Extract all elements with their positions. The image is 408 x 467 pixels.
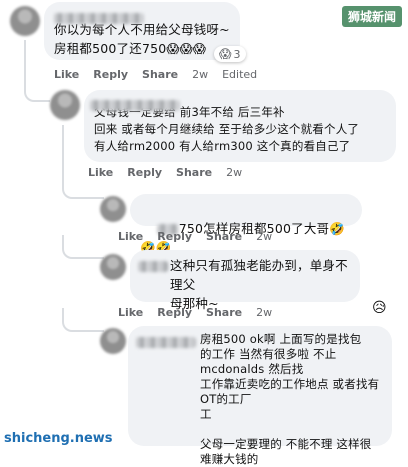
comment-actions: Like Reply Share 2w: [88, 166, 256, 179]
thread-elbow: [62, 308, 104, 332]
reaction-count: 3: [233, 47, 241, 61]
reply-button[interactable]: Reply: [157, 306, 192, 319]
avatar[interactable]: [100, 328, 126, 354]
like-button[interactable]: Like: [118, 230, 143, 243]
reply-button[interactable]: Reply: [93, 68, 128, 81]
thread-elbow: [62, 235, 104, 259]
sad-emoji-icon[interactable]: 😥: [372, 300, 387, 316]
thread-elbow: [24, 78, 50, 102]
watermark-text: shicheng.news: [4, 431, 113, 446]
avatar[interactable]: [100, 254, 126, 280]
timestamp[interactable]: 2w: [256, 306, 272, 319]
avatar[interactable]: [50, 90, 80, 120]
like-button[interactable]: Like: [54, 68, 79, 81]
comment-bubble: 这种只有孤独老能办到，单身不理父 母那种~: [130, 250, 360, 311]
commenter-name[interactable]: [138, 256, 168, 275]
comment-text: 房租500 ok啊 上面写的是找包 的工作 当然有很多啦 不止mcdonalds…: [200, 332, 380, 466]
share-button[interactable]: Share: [206, 306, 242, 319]
reaction-summary[interactable]: 😱 3: [214, 46, 246, 62]
timestamp[interactable]: 2w: [226, 166, 242, 179]
watermark-logo: 狮城新闻: [341, 6, 402, 27]
comment-actions: Like Reply Share 2w: [118, 230, 286, 243]
comment-bubble: 你以为每个人不用给父母钱呀~ 房租都500了还750😱😱😱: [44, 2, 240, 60]
commenter-name[interactable]: [136, 332, 196, 351]
share-button[interactable]: Share: [176, 166, 212, 179]
reply-button[interactable]: Reply: [157, 230, 192, 243]
avatar[interactable]: [100, 196, 126, 222]
comment-actions: Like Reply Share 2w: [118, 306, 286, 319]
comment-text: 这种只有孤独老能办到，单身不理父 母那种~: [170, 258, 348, 311]
reply-button[interactable]: Reply: [127, 166, 162, 179]
comment-actions: Like Reply Share 2w Edited: [54, 68, 271, 81]
comment-bubble: 房租500 ok啊 上面写的是找包 的工作 当然有很多啦 不止mcdonalds…: [128, 326, 392, 466]
share-button[interactable]: Share: [206, 230, 242, 243]
comment-bubble: 父母钱一定要给 前3年不给 后三年补 回来 或者每个月继续给 至于给多少这个就看…: [84, 90, 396, 162]
share-button[interactable]: Share: [142, 68, 178, 81]
timestamp[interactable]: 2w: [256, 230, 272, 243]
commenter-name[interactable]: [54, 8, 230, 24]
comment-bubble: 750怎样房租都500了大哥🤣🤣🤣: [130, 194, 362, 255]
comment-text: 你以为每个人不用给父母钱呀~ 房租都500了还750😱😱😱: [54, 22, 230, 56]
timestamp[interactable]: 2w: [192, 68, 208, 81]
commenter-name[interactable]: [90, 95, 180, 111]
avatar[interactable]: [10, 6, 40, 36]
scream-emoji-icon: 😱: [219, 47, 232, 61]
like-button[interactable]: Like: [88, 166, 113, 179]
like-button[interactable]: Like: [118, 306, 143, 319]
edited-label[interactable]: Edited: [222, 68, 257, 81]
